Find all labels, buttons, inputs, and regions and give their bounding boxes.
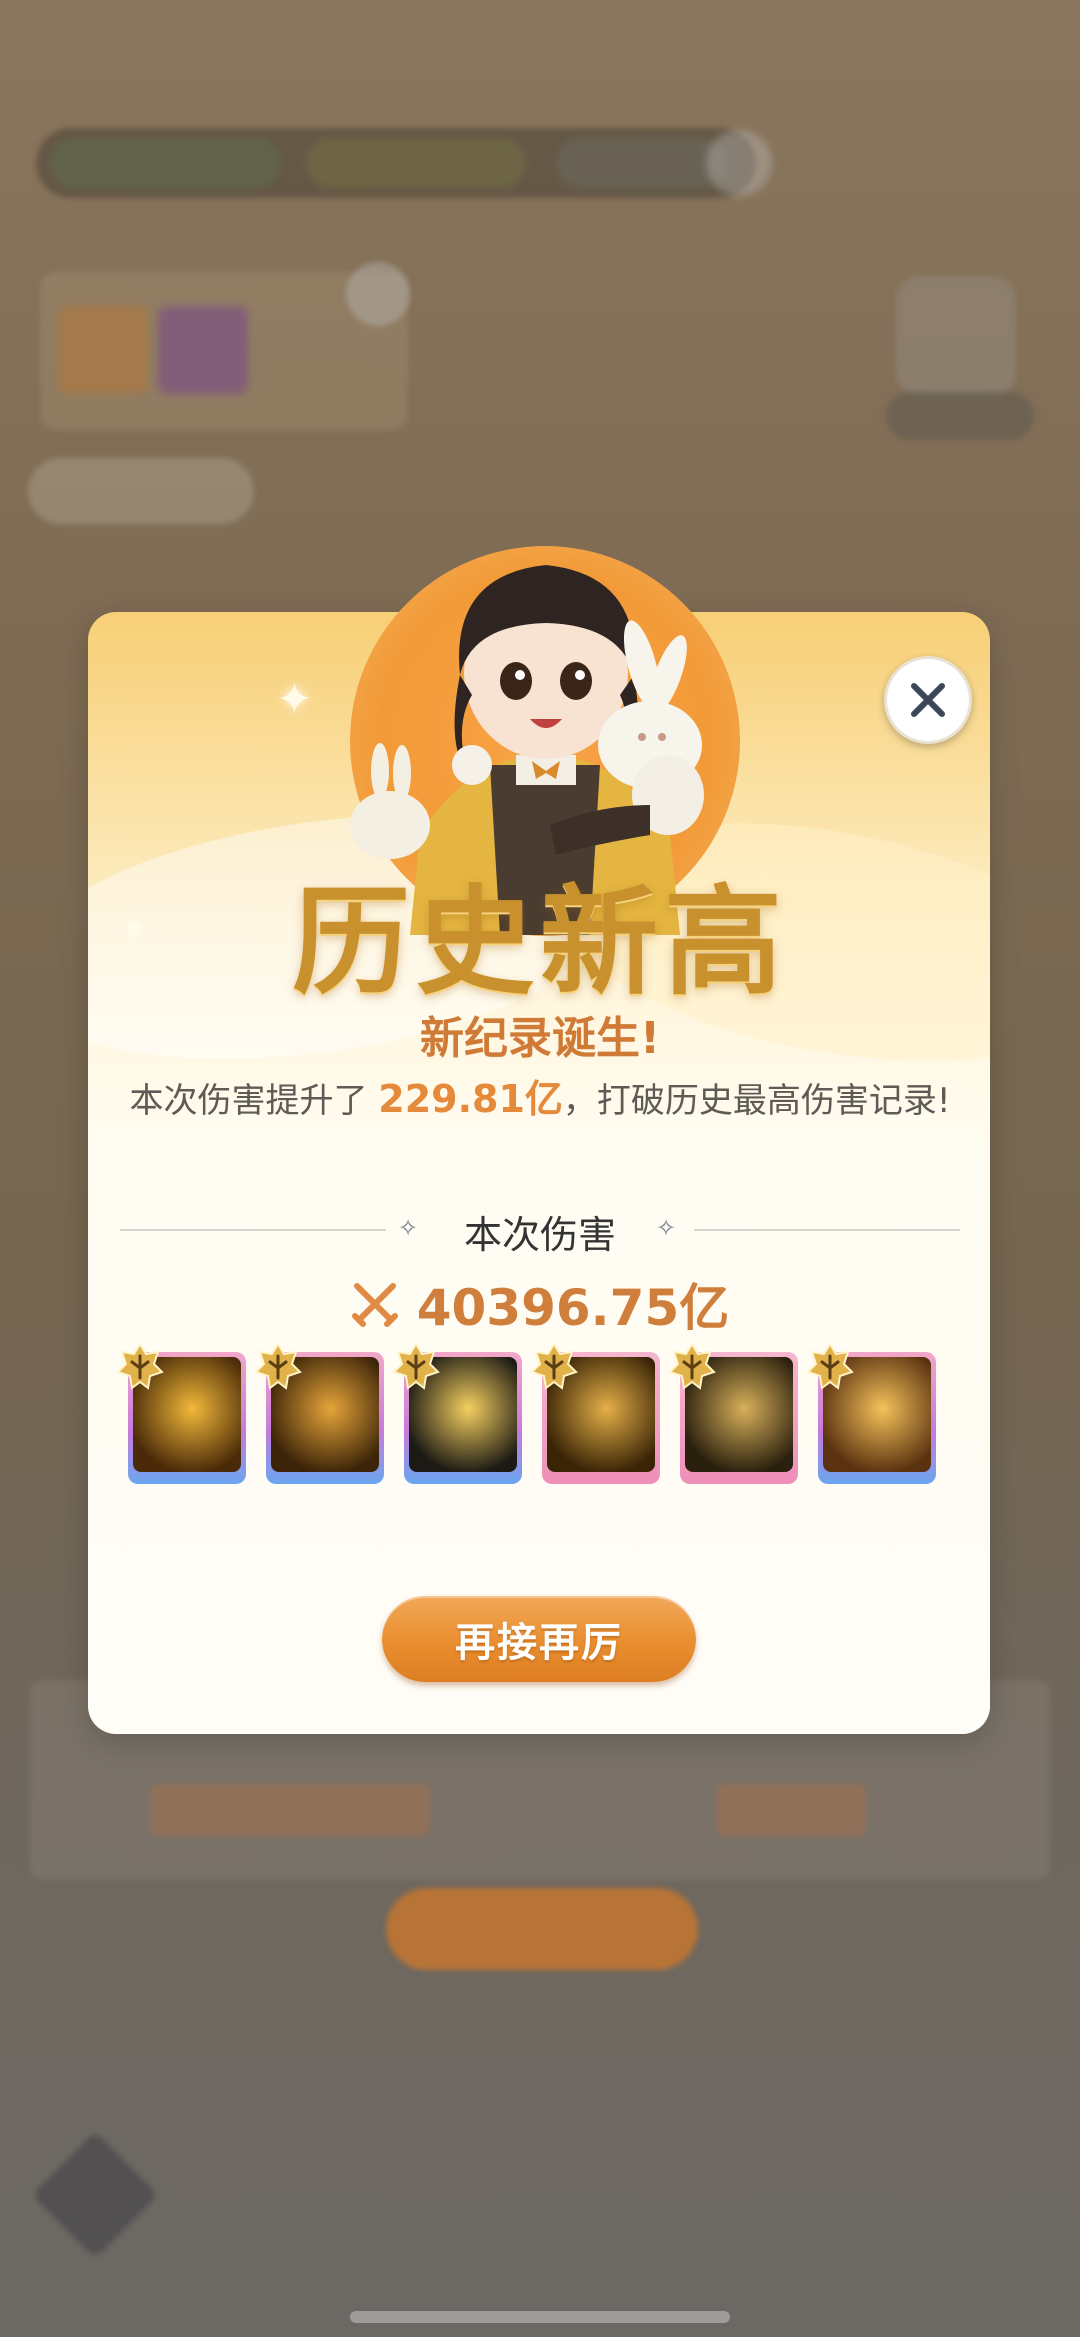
close-icon — [911, 683, 945, 717]
bg-diamond-icon — [31, 2131, 159, 2259]
section-label: 本次伤害 — [463, 1213, 616, 1257]
rank-badge-icon — [254, 1342, 302, 1390]
divider — [694, 1229, 960, 1231]
damage-value: 40396.75亿 — [416, 1279, 730, 1337]
home-indicator — [350, 2311, 730, 2323]
retry-button-label: 再接再厉 — [455, 1620, 623, 1666]
close-button[interactable] — [884, 656, 972, 744]
bg-button — [386, 1888, 698, 1970]
bg-chip — [28, 458, 254, 524]
damage-row: 40396.75亿 — [0, 1268, 1080, 1340]
bg-search-icon — [346, 262, 410, 326]
rank-badge-icon — [116, 1342, 164, 1390]
dialog-title: 历史新高 — [291, 872, 788, 1011]
dialog-subtitle: 新纪录诞生! — [419, 1013, 661, 1064]
skill-list — [116, 1342, 948, 1490]
rank-badge-icon — [668, 1342, 716, 1390]
desc-prefix: 本次伤害提升了 — [129, 1081, 379, 1121]
dialog-description: 本次伤害提升了 229.81亿，打破历史最高伤害记录! — [0, 1068, 1080, 1123]
rank-badge-icon — [392, 1342, 440, 1390]
bg-resource-bar — [36, 128, 772, 198]
crossed-swords-icon — [351, 1283, 398, 1327]
diamond-icon: ✧ — [656, 1214, 677, 1242]
retry-button[interactable]: 再接再厉 — [382, 1596, 696, 1682]
damage-increase-value: 229.81亿 — [378, 1077, 563, 1121]
sparkle-icon: ✦ — [276, 674, 313, 725]
bg-side-button — [896, 276, 1016, 396]
section-header: ✧ 本次伤害 ✧ — [120, 1200, 960, 1260]
rank-badge-icon — [806, 1342, 854, 1390]
bg-side-label — [886, 392, 1034, 440]
desc-suffix: ，打破历史最高伤害记录! — [562, 1081, 951, 1121]
rank-badge-icon — [530, 1342, 578, 1390]
